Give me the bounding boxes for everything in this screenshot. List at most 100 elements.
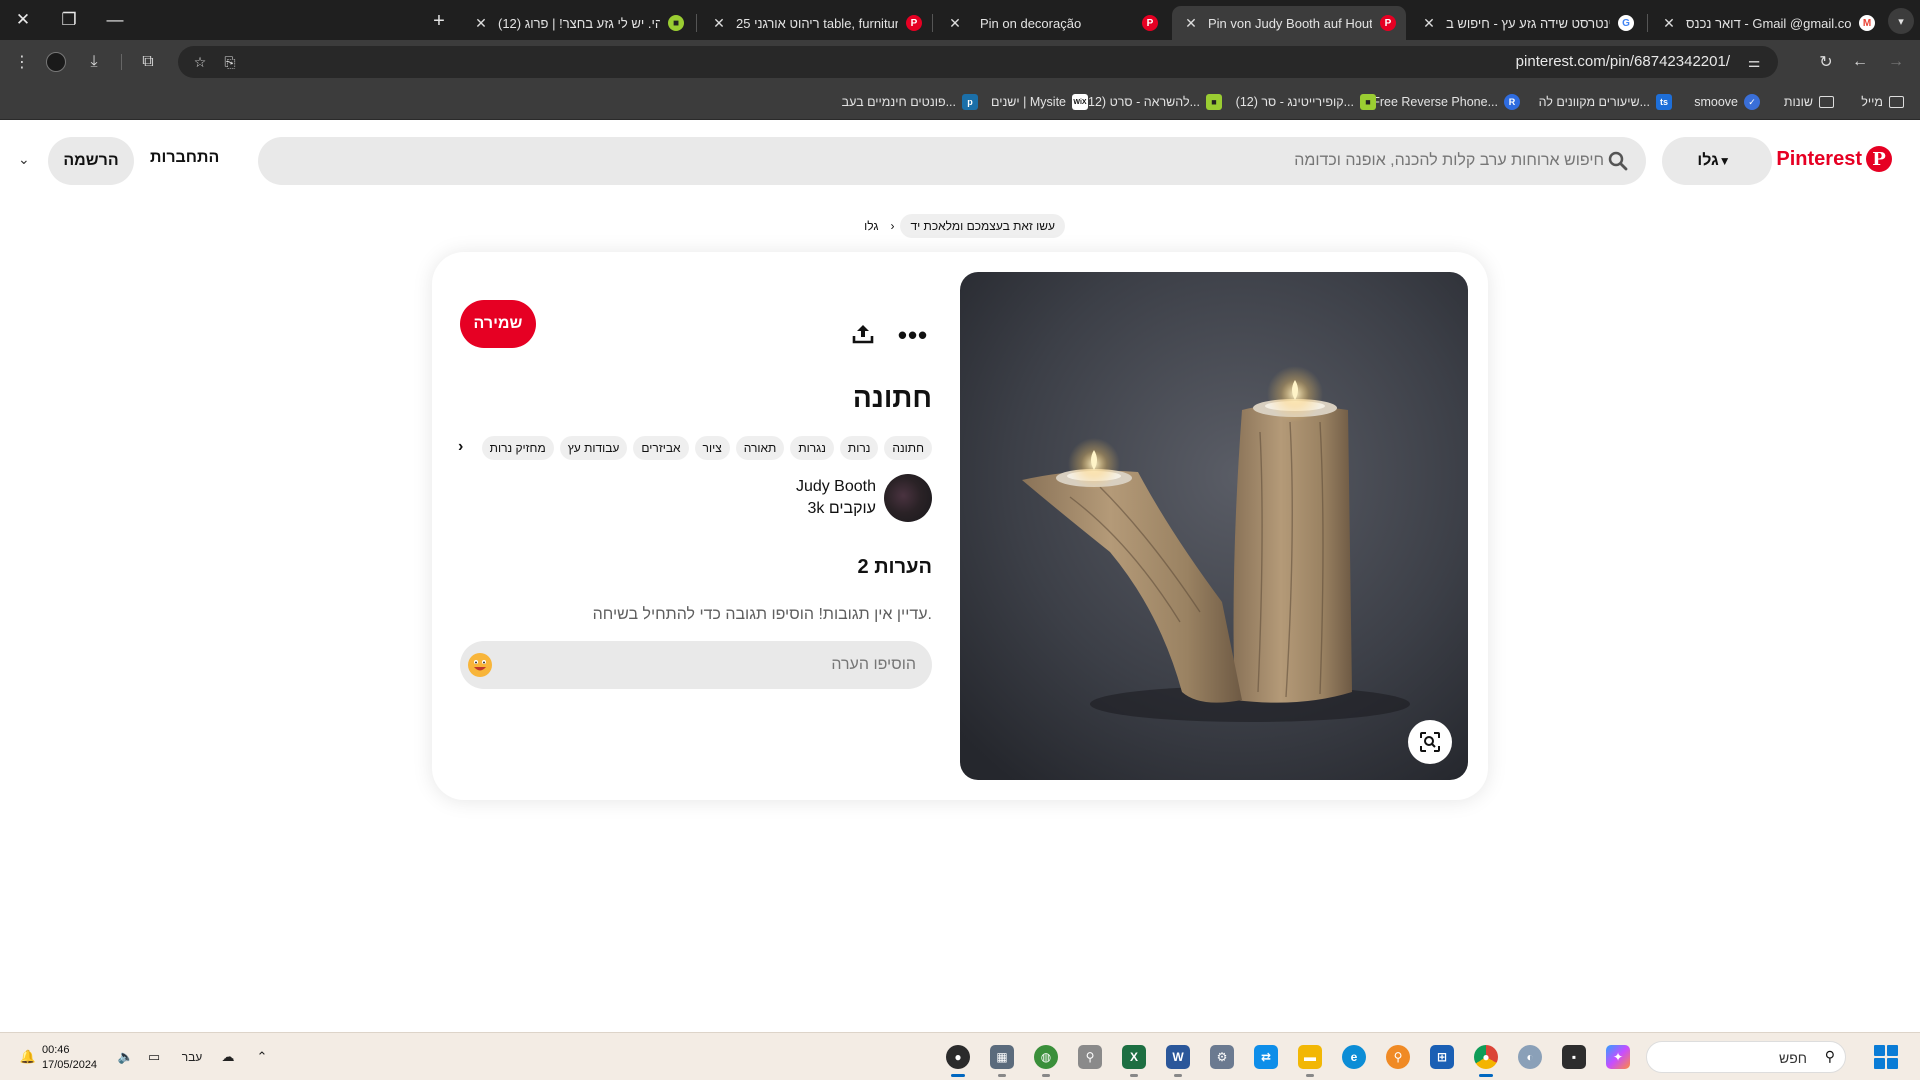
taskbar-app-calculator[interactable]: ▦ (986, 1041, 1018, 1077)
extensions-puzzle-icon[interactable]: ⧉ (134, 48, 162, 76)
pin-image[interactable] (960, 272, 1468, 780)
taskbar-app-settings-tool[interactable]: ⚙ (1206, 1041, 1238, 1073)
author-name[interactable]: Judy Booth (796, 478, 876, 496)
bookmark-folder-misc[interactable]: שונות (1784, 92, 1834, 112)
taskbar-app-photos[interactable]: ● (942, 1041, 974, 1077)
browser-tab[interactable]: ✕ פינטרסט שידה גזע עץ - חיפוש ב G (1410, 6, 1644, 40)
close-tab-icon[interactable]: ✕ (946, 15, 964, 32)
emoji-icon[interactable] (466, 651, 494, 679)
login-button[interactable]: התחברות (150, 149, 219, 167)
taskbar-app-copilot[interactable]: ✦ (1602, 1041, 1634, 1073)
taskbar-app-magnifier[interactable]: ⚲ (1074, 1041, 1106, 1073)
follower-count: 3k עוקבים (807, 500, 876, 517)
notification-bell-icon[interactable]: 🔔 (18, 1047, 38, 1067)
bookmark-online-lessons[interactable]: שיעורים מקוונים לה... ts (1539, 92, 1672, 112)
taskbar-app-earth[interactable]: ◍ (1030, 1041, 1062, 1077)
visual-search-button[interactable] (1408, 720, 1452, 764)
tag-chip[interactable]: חתונה (884, 436, 932, 460)
bookmark-star-icon[interactable]: ☆ (188, 50, 212, 74)
bookmark-fonts[interactable]: פונטים חינמיים בעב... p (842, 92, 978, 112)
share-button[interactable] (847, 318, 879, 350)
volume-icon[interactable]: 🔈 (116, 1047, 136, 1067)
tag-chip[interactable]: תאורה (735, 436, 785, 460)
close-tab-icon[interactable]: ✕ (1182, 15, 1200, 32)
search-input[interactable]: חיפוש ארוחות ערב קלות להכנה, אופנה וכדומ… (258, 137, 1646, 185)
site-settings-icon[interactable]: ⚌ (1742, 50, 1766, 74)
close-tab-icon[interactable]: ✕ (1660, 15, 1678, 32)
photos-app-icon: ● (946, 1045, 970, 1069)
bookmark-mysite[interactable]: ישנים | Mysite WiX (991, 92, 1088, 112)
comments-heading[interactable]: 2 הערות (858, 556, 932, 579)
browser-tab[interactable]: ✕ Pin on decoração P (936, 6, 1168, 40)
taskbar-app-weather[interactable]: ◐ (1514, 1041, 1546, 1073)
browser-tab-active[interactable]: ✕ Pin von Judy Booth auf Hout Pa P (1172, 6, 1406, 40)
reload-icon[interactable]: ↻ (1812, 48, 1840, 76)
chevron-down-icon[interactable]: ⌄ (18, 151, 30, 168)
avatar[interactable] (884, 474, 932, 522)
chevron-right-icon[interactable]: › (458, 438, 463, 456)
browser-tab[interactable]: ✕ דואר נכנס - Gmail @gmail.com M (1650, 6, 1885, 40)
more-options-icon[interactable]: ••• (898, 320, 928, 350)
tab-title: דואר נכנס - Gmail @gmail.com (1686, 15, 1851, 31)
comment-input[interactable]: הוסיפו הערה (460, 641, 932, 689)
save-button[interactable]: שמירה (460, 300, 536, 348)
show-hidden-icons-chevron-icon[interactable]: ⌃ (252, 1047, 272, 1067)
taskbar-app-search-tool[interactable]: ⚲ (1382, 1041, 1414, 1073)
tag-chip[interactable]: עבודות עץ (559, 436, 628, 460)
browser-menu-icon[interactable]: ⋮ (8, 48, 36, 76)
close-tab-icon[interactable]: ✕ (1420, 15, 1438, 32)
taskbar-app-chrome[interactable]: ● (1470, 1041, 1502, 1077)
taskbar-app-store[interactable]: ⊞ (1426, 1041, 1458, 1073)
breadcrumb-category-link[interactable]: עשו זאת בעצמכם ומלאכת יד (900, 214, 1065, 238)
taskbar-app-teamviewer[interactable]: ⇄ (1250, 1041, 1282, 1073)
language-indicator[interactable]: עבר (178, 1047, 206, 1067)
network-icon[interactable]: ▭ (144, 1047, 164, 1067)
bookmark-copywriting[interactable]: (12) קופירייטינג - סר... ■ (1236, 92, 1376, 112)
onedrive-cloud-icon[interactable]: ☁ (218, 1047, 238, 1067)
tag-chip[interactable]: נרות (839, 436, 879, 460)
taskbar-app-word[interactable]: W (1162, 1041, 1194, 1077)
download-icon[interactable]: ⤓ (80, 48, 108, 76)
new-tab-button[interactable]: + (425, 7, 453, 35)
tag-chip[interactable]: ציור (694, 436, 730, 460)
signup-button[interactable]: הרשמה (48, 137, 134, 185)
close-window-button[interactable]: ✕ (0, 0, 46, 40)
taskbar-app-file-explorer[interactable]: ▬ (1294, 1041, 1326, 1077)
restore-window-button[interactable]: ❐ (46, 0, 92, 40)
address-bar[interactable]: ☆ ⎘ pinterest.com/pin/68742342201/ ⚌ (178, 46, 1778, 78)
explore-button[interactable]: גלו ▼ (1662, 137, 1772, 185)
tag-chip[interactable]: נגרות (790, 436, 834, 460)
teamviewer-icon: ⇄ (1254, 1045, 1278, 1069)
taskbar-app-excel[interactable]: X (1118, 1041, 1150, 1077)
clock[interactable]: 00:46 17/05/2024 (42, 1043, 97, 1073)
bookmark-label: (12) להשראה - סרט... (1083, 95, 1200, 109)
close-tab-icon[interactable]: ✕ (472, 15, 490, 32)
breadcrumb-root-link[interactable]: גלו (858, 219, 884, 233)
browser-tab[interactable]: ✕ (12) הי. יש לי גזע בחצר! | פרוג - ■ (462, 6, 694, 40)
start-windows-icon[interactable] (1874, 1045, 1898, 1069)
tab-search-icon[interactable]: ▾ (1888, 8, 1914, 34)
cast-screen-icon[interactable]: ⎘ (218, 50, 242, 74)
extension-avatar-icon[interactable] (46, 52, 66, 72)
forward-arrow-icon[interactable]: → (1882, 48, 1910, 76)
tag-chip[interactable]: אביזרים (633, 436, 689, 460)
taskbar-app-edge[interactable]: e (1338, 1041, 1370, 1073)
bookmark-smoove[interactable]: smoove ✓ (1694, 92, 1760, 112)
pinterest-favicon-icon: P (1142, 15, 1158, 31)
bookmark-folder-mail[interactable]: מייל (1861, 92, 1904, 112)
url-text[interactable]: pinterest.com/pin/68742342201/ (1516, 53, 1730, 70)
start-tile (1874, 1045, 1885, 1056)
back-arrow-icon[interactable]: ← (1846, 48, 1874, 76)
bookmark-reverse-phone[interactable]: Free Reverse Phone... R (1372, 92, 1520, 112)
minimize-window-button[interactable]: — (92, 0, 138, 40)
close-tab-icon[interactable]: ✕ (710, 15, 728, 32)
bookmark-label: Free Reverse Phone... (1372, 95, 1498, 109)
browser-tab[interactable]: ✕ 25 ריהוט אורגני table, furniture P (700, 6, 932, 40)
bookmark-label: (12) קופירייטינג - סר... (1235, 95, 1354, 109)
taskbar-app-terminal[interactable]: ▪ (1558, 1041, 1590, 1073)
pinterest-logo[interactable]: Pinterest P (1776, 146, 1892, 172)
tag-chip[interactable]: מחזיק נרות (481, 436, 554, 460)
author-section[interactable]: Judy Booth 3k עוקבים (796, 474, 932, 522)
bookmark-inspiration[interactable]: (12) להשראה - סרט... ■ (1084, 92, 1222, 112)
taskbar-search-input[interactable]: חפש ⚲ (1646, 1041, 1846, 1073)
